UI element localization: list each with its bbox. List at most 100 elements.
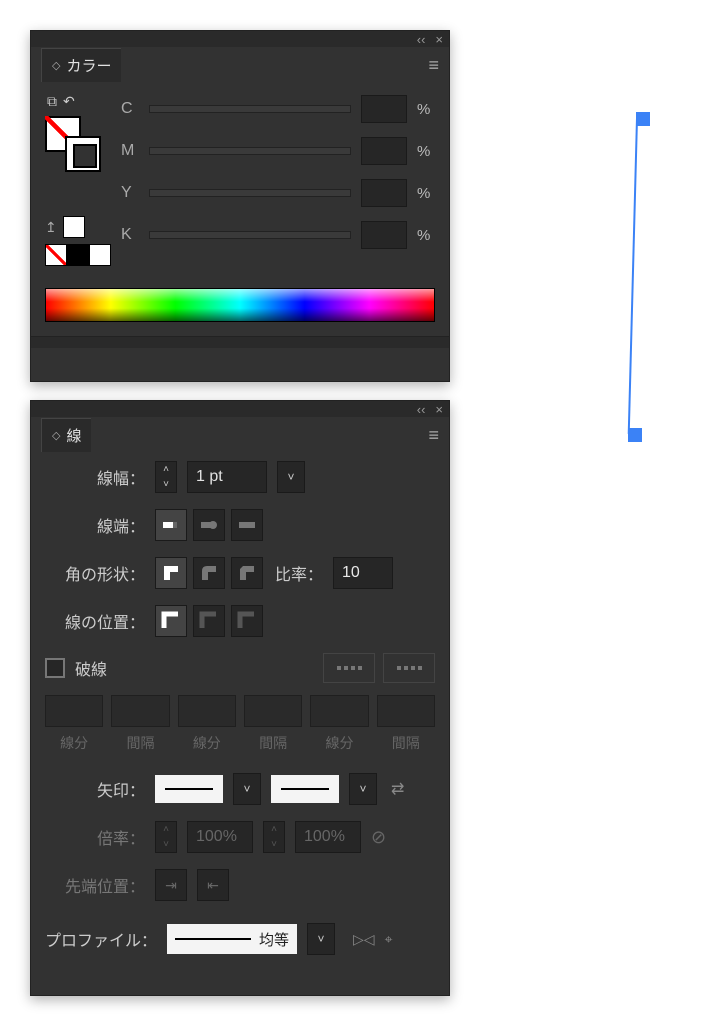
y-row: Y % — [121, 179, 435, 207]
black-swatch[interactable] — [67, 244, 89, 266]
flip-along-icon[interactable]: ▷◁ — [353, 931, 375, 948]
profile-value: 均等 — [259, 929, 289, 950]
last-color-icon[interactable]: ↥ — [45, 219, 57, 236]
tip-clip-button[interactable]: ⇤ — [197, 869, 229, 901]
m-row: M % — [121, 137, 435, 165]
profile-row: プロファイル： 均等 ˅ ▷◁ ⌖ — [31, 915, 449, 963]
stroke-panel-title-row: ◇ 線 ≡ — [31, 417, 449, 453]
color-spectrum[interactable] — [45, 288, 435, 322]
miter-input[interactable]: 10 — [333, 557, 393, 589]
cap-label: 線端： — [45, 513, 145, 537]
weight-stepper[interactable]: ˄˅ — [155, 461, 177, 493]
m-input[interactable] — [361, 137, 407, 165]
color-tab[interactable]: ◇ カラー — [41, 48, 121, 82]
anchor-point-1[interactable] — [636, 112, 650, 126]
k-slider[interactable] — [149, 231, 351, 239]
profile-swatch[interactable]: 均等 — [167, 924, 297, 954]
scale-label: 倍率： — [45, 825, 145, 849]
stroke-panel-header: ‹‹ × — [31, 401, 449, 417]
corner-label: 角の形状： — [45, 561, 145, 585]
align-outside-button[interactable] — [231, 605, 263, 637]
cap-projecting-button[interactable] — [231, 509, 263, 541]
close-icon[interactable]: × — [435, 402, 443, 417]
profile-label: プロファイル： — [45, 927, 157, 951]
dash-grid: 線分 間隔 線分 間隔 線分 間隔 — [45, 695, 435, 753]
scale1-stepper[interactable]: ˄˅ — [155, 821, 177, 853]
align-center-button[interactable] — [155, 605, 187, 637]
dash-align-corners-button[interactable] — [383, 653, 435, 683]
corner-miter-button[interactable] — [155, 557, 187, 589]
arrow-end-swatch[interactable] — [271, 775, 339, 803]
c-unit: % — [417, 101, 435, 118]
arrow-start-dropdown[interactable]: ˅ — [233, 773, 261, 805]
color-panel: ‹‹ × ◇ カラー ≡ ⧉ ↶ ↥ — [30, 30, 450, 382]
anchor-point-2[interactable] — [628, 428, 642, 442]
arrow-start-swatch[interactable] — [155, 775, 223, 803]
corner-round-button[interactable] — [193, 557, 225, 589]
swap-arrows-icon[interactable]: ⇄ — [391, 779, 404, 799]
dash-input-2[interactable] — [178, 695, 236, 727]
white-swatch[interactable] — [89, 244, 111, 266]
dash-input-1[interactable] — [45, 695, 103, 727]
panel-menu-icon[interactable]: ≡ — [428, 55, 439, 76]
scale2-stepper[interactable]: ˄˅ — [263, 821, 285, 853]
dash-label: 破線 — [75, 656, 107, 680]
profile-dropdown[interactable]: ˅ — [307, 923, 335, 955]
gap-input-1[interactable] — [111, 695, 169, 727]
color-panel-header: ‹‹ × — [31, 31, 449, 47]
scale-row: 倍率： ˄˅ 100% ˄˅ 100% ⊘ — [31, 813, 449, 861]
weight-input[interactable]: 1 pt — [187, 461, 267, 493]
chevron-updown-icon: ◇ — [52, 429, 60, 442]
scale1-input[interactable]: 100% — [187, 821, 253, 853]
align-label: 線の位置： — [45, 609, 145, 633]
color-swatch-white[interactable] — [63, 216, 85, 238]
dash-section: 破線 線分 間隔 線分 間隔 線分 間隔 — [31, 645, 449, 757]
m-unit: % — [417, 143, 435, 160]
panel-menu-icon[interactable]: ≡ — [428, 425, 439, 446]
path-segment[interactable] — [628, 118, 638, 434]
align-row: 線の位置： — [31, 597, 449, 645]
corner-bevel-button[interactable] — [231, 557, 263, 589]
collapse-icon[interactable]: ‹‹ — [417, 402, 426, 417]
dash-checkbox[interactable] — [45, 658, 65, 678]
color-tab-label: カラー — [66, 55, 111, 76]
m-slider[interactable] — [149, 147, 351, 155]
chevron-updown-icon: ◇ — [52, 59, 60, 72]
swap-fill-stroke-icon[interactable]: ⧉ — [47, 93, 57, 110]
y-slider[interactable] — [149, 189, 351, 197]
cap-butt-button[interactable] — [155, 509, 187, 541]
c-slider[interactable] — [149, 105, 351, 113]
y-unit: % — [417, 185, 435, 202]
dash-input-3[interactable] — [310, 695, 368, 727]
swap-arrow-icon[interactable]: ↶ — [63, 93, 75, 110]
dash-preserve-exact-button[interactable] — [323, 653, 375, 683]
stroke-swatch[interactable] — [65, 136, 101, 172]
k-label: K — [121, 226, 139, 244]
gap-input-3[interactable] — [377, 695, 435, 727]
align-inside-button[interactable] — [193, 605, 225, 637]
close-icon[interactable]: × — [435, 32, 443, 47]
k-unit: % — [417, 227, 435, 244]
c-row: C % — [121, 95, 435, 123]
stroke-tab-label: 線 — [66, 425, 81, 446]
cmyk-sliders: C % M % Y % K % — [121, 95, 435, 266]
none-swatch[interactable] — [45, 244, 67, 266]
scale2-input[interactable]: 100% — [295, 821, 361, 853]
cap-round-button[interactable] — [193, 509, 225, 541]
k-input[interactable] — [361, 221, 407, 249]
link-scale-icon[interactable]: ⊘ — [371, 827, 386, 848]
tip-extend-button[interactable]: ⇥ — [155, 869, 187, 901]
y-label: Y — [121, 184, 139, 202]
flip-across-icon[interactable]: ⌖ — [385, 931, 393, 948]
fill-stroke-indicator[interactable] — [45, 116, 101, 172]
weight-dropdown[interactable]: ˅ — [277, 461, 305, 493]
stroke-tab[interactable]: ◇ 線 — [41, 418, 91, 452]
collapse-icon[interactable]: ‹‹ — [417, 32, 426, 47]
arrow-end-dropdown[interactable]: ˅ — [349, 773, 377, 805]
corner-row: 角の形状： 比率： 10 — [31, 549, 449, 597]
y-input[interactable] — [361, 179, 407, 207]
color-panel-title-row: ◇ カラー ≡ — [31, 47, 449, 83]
gap-input-2[interactable] — [244, 695, 302, 727]
arrow-row: 矢印： ˅ ˅ ⇄ — [31, 765, 449, 813]
c-input[interactable] — [361, 95, 407, 123]
